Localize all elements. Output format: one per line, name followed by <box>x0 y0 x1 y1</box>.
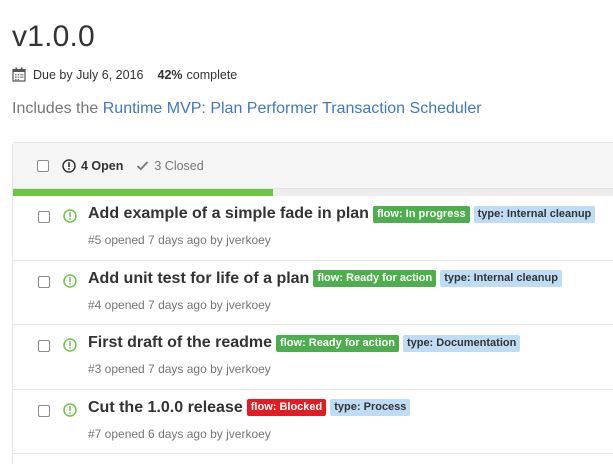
issue-label[interactable]: flow: In progress <box>372 205 470 223</box>
issue-opened-icon <box>63 402 77 417</box>
issue-row: Add example of a simple fade in plan flo… <box>13 196 613 261</box>
issue-label[interactable]: type: Process <box>330 399 411 416</box>
issue-title-link[interactable]: Cut the 1.0.0 release <box>88 399 243 417</box>
issue-rows: Add example of a simple fade in plan flo… <box>13 196 613 454</box>
issue-row: Cut the 1.0.0 release flow: Blocked type:… <box>13 390 613 454</box>
due-date: Due by July 6, 2016 <box>33 67 144 82</box>
issue-meta: #5 opened 7 days ago by jverkoey <box>88 233 271 247</box>
milestone-title: v1.0.0 <box>12 20 95 53</box>
issue-meta: #7 opened 6 days ago by jverkoey <box>88 426 271 441</box>
progress-fill <box>13 189 273 196</box>
issue-row: First draft of the readme flow: Ready fo… <box>13 325 613 390</box>
issue-row: Add unit test for life of a plan flow: R… <box>13 261 613 325</box>
issue-title-link[interactable]: Add example of a simple fade in plan <box>88 205 369 223</box>
issue-label[interactable]: type: Internal cleanup <box>440 270 562 287</box>
issue-checkbox[interactable] <box>38 404 50 417</box>
calendar-icon <box>12 67 26 82</box>
issue-label[interactable]: flow: Ready for action <box>276 334 399 352</box>
tab-closed[interactable]: 3 Closed <box>136 158 204 173</box>
tab-open-label: 4 Open <box>81 158 124 173</box>
issue-checkbox[interactable] <box>38 275 50 288</box>
milestone-progress-bar <box>13 189 613 196</box>
milestone-meta: Due by July 6, 2016 42% complete <box>12 67 237 82</box>
issue-opened-icon <box>63 273 77 288</box>
issue-checkbox[interactable] <box>38 340 50 352</box>
complete-label: complete <box>186 67 238 82</box>
issue-title-line: Add example of a simple fade in plan flo… <box>88 205 599 223</box>
issue-meta: #4 opened 7 days ago by jverkoey <box>88 297 271 312</box>
issue-title-line: Cut the 1.0.0 release flow: Blocked type:… <box>88 399 414 417</box>
issue-opened-icon <box>63 209 77 223</box>
issue-opened-icon <box>63 338 77 352</box>
issue-title-link[interactable]: First draft of the readme <box>88 334 272 352</box>
issue-label[interactable]: type: Internal cleanup <box>473 205 596 223</box>
issue-title-line: Add unit test for life of a plan flow: R… <box>88 270 566 288</box>
check-icon <box>137 161 149 171</box>
issue-label[interactable]: type: Documentation <box>402 334 521 352</box>
description-prefix: Includes the <box>12 100 103 117</box>
select-all-checkbox[interactable] <box>37 159 49 172</box>
issue-meta: #3 opened 7 days ago by jverkoey <box>88 362 271 376</box>
milestone-description: Includes the Runtime MVP: Plan Performer… <box>12 100 482 118</box>
issues-list: 4 Open 3 Closed Add example of a simple … <box>12 142 613 464</box>
tab-closed-label: 3 Closed <box>154 158 204 173</box>
percent-complete: 42% <box>157 67 183 82</box>
tab-open[interactable]: 4 Open <box>62 159 123 173</box>
issue-label[interactable]: flow: Blocked <box>246 399 327 416</box>
issues-list-header: 4 Open 3 Closed <box>13 143 613 189</box>
milestone-page: v1.0.0 Due by July 6, 2016 42% complete … <box>0 0 613 464</box>
description-link[interactable]: Runtime MVP: Plan Performer Transaction … <box>103 100 482 117</box>
issue-checkbox[interactable] <box>38 211 50 223</box>
issue-title-link[interactable]: Add unit test for life of a plan <box>88 270 309 288</box>
issue-opened-icon <box>62 158 76 173</box>
issue-label[interactable]: flow: Ready for action <box>313 270 437 287</box>
issue-title-line: First draft of the readme flow: Ready fo… <box>88 334 524 352</box>
